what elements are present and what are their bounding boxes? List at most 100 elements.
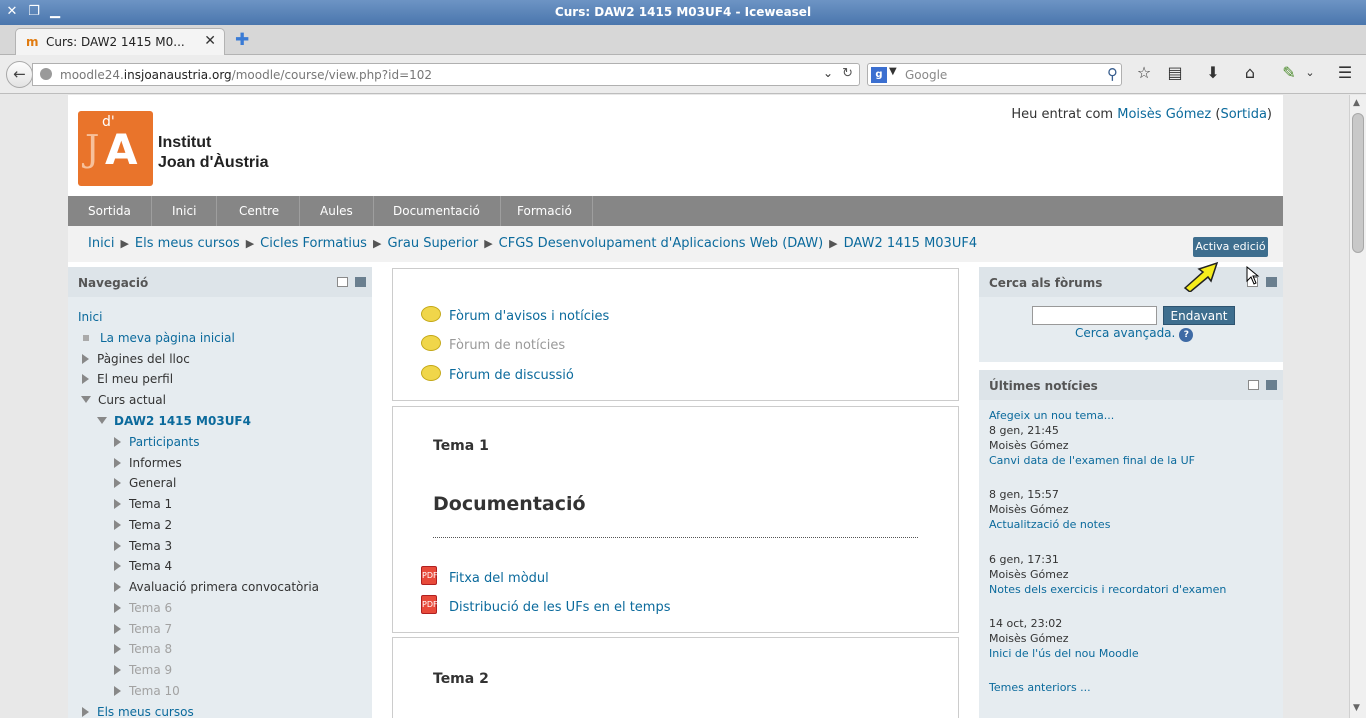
menu-item-sortida[interactable]: Sortida [68, 196, 152, 226]
collapse-block-icon[interactable] [1248, 380, 1259, 390]
pdf-icon: PDF [421, 566, 438, 585]
home-icon[interactable]: ⌂ [1240, 63, 1260, 82]
yellow-arrow-icon [1183, 261, 1219, 292]
nav-item-my-courses[interactable]: Els meus cursos [82, 705, 194, 718]
url-text[interactable]: moodle24.insjoanaustria.org/moodle/cours… [60, 68, 432, 82]
forum-search-header: Cerca als fòrums [979, 267, 1283, 297]
menu-icon[interactable]: ☰ [1335, 63, 1355, 82]
nav-item-informes[interactable]: Informes [114, 456, 182, 470]
back-button[interactable]: ← [6, 61, 33, 88]
new-tab-icon[interactable]: ✚ [235, 30, 249, 50]
latest-news-title: Últimes notícies [989, 379, 1098, 393]
news-link[interactable]: Notes dels exercicis i recordatori d'exa… [989, 583, 1226, 596]
breadcrumb-course[interactable]: DAW2 1415 M03UF4 [844, 236, 977, 251]
url-dropdown-icon[interactable]: ⌄ [823, 66, 833, 80]
nav-item-inici[interactable]: Inici [78, 310, 102, 324]
breadcrumb-separator-icon: ▶ [372, 237, 382, 250]
reload-icon[interactable]: ↻ [842, 66, 853, 81]
dock-block-icon[interactable] [355, 277, 366, 287]
forum-search-title: Cerca als fòrums [989, 276, 1103, 290]
nav-item-tema-9[interactable]: Tema 9 [114, 663, 172, 677]
nav-item-tema-7[interactable]: Tema 7 [114, 622, 172, 636]
activity-forum-discussio[interactable]: Fòrum de discussió [421, 365, 574, 383]
page-scrollbar[interactable]: ▲ ▼ [1349, 95, 1366, 718]
older-topics-link[interactable]: Temes anteriors ... [989, 680, 1091, 695]
latest-news-block: Últimes notícies Afegeix un nou tema... … [979, 370, 1283, 718]
nav-item-tema-10[interactable]: Tema 10 [114, 684, 180, 698]
addon-dropdown-icon[interactable]: ⌄ [1300, 66, 1320, 79]
nav-item-tema-4[interactable]: Tema 4 [114, 559, 172, 573]
menu-item-centre[interactable]: Centre [219, 196, 301, 226]
menu-item-inici[interactable]: Inici [152, 196, 218, 226]
breadcrumb: Inici ▶ Els meus cursos ▶ Cicles Formatius ▶ G… [68, 226, 1283, 262]
news-item: 8 gen, 15:57 Moisès Gómez Actualització … [989, 488, 1111, 531]
section-title: Tema 2 [433, 671, 489, 687]
google-engine-icon[interactable]: g [871, 67, 887, 83]
nav-item-site-pages[interactable]: Pàgines del lloc [82, 352, 190, 366]
bookmarks-list-icon[interactable]: ▤ [1165, 63, 1185, 82]
dock-block-icon[interactable] [1266, 380, 1277, 390]
advanced-search-link[interactable]: Cerca avançada. [1075, 326, 1175, 340]
nav-item-tema-2[interactable]: Tema 2 [114, 518, 172, 532]
login-info: Heu entrat com Moisès Gómez (Sortida) [1011, 107, 1272, 122]
menu-item-aules[interactable]: Aules [300, 196, 374, 226]
search-icon[interactable]: ⚲ [1107, 65, 1118, 83]
news-link[interactable]: Canvi data de l'examen final de la UF [989, 454, 1195, 467]
scrollbar-thumb[interactable] [1352, 113, 1364, 253]
nav-item-current-course[interactable]: Curs actual [81, 393, 166, 407]
breadcrumb-cicles-formatius[interactable]: Cicles Formatius [260, 236, 367, 251]
scroll-down-icon[interactable]: ▼ [1353, 703, 1360, 713]
downloads-icon[interactable]: ⬇ [1203, 63, 1223, 82]
latest-news-header: Últimes notícies [979, 370, 1283, 400]
nav-item-tema-3[interactable]: Tema 3 [114, 539, 172, 553]
close-tab-icon[interactable]: ✕ [204, 33, 216, 49]
activity-fitxa-modul[interactable]: PDF Fitxa del mòdul [421, 566, 549, 586]
logout-link[interactable]: Sortida [1220, 107, 1266, 122]
search-bar[interactable]: g ▼ Google ⚲ [867, 63, 1122, 86]
section-general: Fòrum d'avisos i notícies Fòrum de notíc… [392, 268, 959, 401]
user-link[interactable]: Moisès Gómez [1117, 107, 1211, 122]
addon-icon[interactable]: ✎ [1279, 63, 1299, 82]
forum-search-button[interactable]: Endavant [1163, 306, 1235, 325]
nav-item-tema-6[interactable]: Tema 6 [114, 601, 172, 615]
institute-logo[interactable]: Jd' A [78, 111, 153, 186]
activity-forum-noticies[interactable]: Fòrum de notícies [421, 335, 565, 353]
nav-item-general[interactable]: General [114, 476, 176, 490]
scroll-up-icon[interactable]: ▲ [1353, 98, 1360, 108]
nav-item-tema-1[interactable]: Tema 1 [114, 497, 172, 511]
section-tema-2: Tema 2 [392, 637, 959, 718]
engine-dropdown-icon[interactable]: ▼ [889, 66, 897, 77]
breadcrumb-separator-icon: ▶ [245, 237, 255, 250]
activity-distribucio-ufs[interactable]: PDF Distribució de les UFs en el temps [421, 595, 670, 615]
globe-icon [40, 68, 52, 80]
browser-tab[interactable]: m Curs: DAW2 1415 M0... ✕ [15, 28, 225, 55]
help-icon[interactable]: ? [1179, 328, 1194, 342]
nav-item-avaluacio[interactable]: Avaluació primera convocatòria [114, 580, 319, 594]
nav-item-course[interactable]: DAW2 1415 M03UF4 [97, 414, 251, 428]
menu-item-documentacio[interactable]: Documentació [373, 196, 501, 226]
nav-item-my-home[interactable]: La meva pàgina inicial [80, 331, 235, 345]
navigation-toolbar: ← moodle24.insjoanaustria.org/moodle/cou… [0, 55, 1366, 94]
news-link[interactable]: Actualització de notes [989, 518, 1110, 531]
menu-item-formacio[interactable]: Formació [497, 196, 593, 226]
breadcrumb-cfgs-daw[interactable]: CFGS Desenvolupament d'Aplicacions Web (… [499, 236, 823, 251]
nav-item-participants[interactable]: Participants [114, 435, 200, 449]
breadcrumb-els-meus-cursos[interactable]: Els meus cursos [135, 236, 240, 251]
section-heading: Documentació [433, 493, 586, 515]
forum-search-input[interactable] [1032, 306, 1157, 325]
pdf-icon: PDF [421, 595, 438, 614]
nav-item-tema-8[interactable]: Tema 8 [114, 642, 172, 656]
breadcrumb-grau-superior[interactable]: Grau Superior [387, 236, 478, 251]
collapse-block-icon[interactable] [337, 277, 348, 287]
breadcrumb-inici[interactable]: Inici [88, 236, 114, 251]
nav-item-my-profile[interactable]: El meu perfil [82, 372, 173, 386]
search-input[interactable]: Google [905, 68, 947, 82]
url-bar[interactable]: moodle24.insjoanaustria.org/moodle/cours… [32, 63, 860, 86]
dock-block-icon[interactable] [1266, 277, 1277, 287]
turn-editing-on-button[interactable]: Activa edició [1193, 237, 1268, 257]
news-link[interactable]: Inici de l'ús del nou Moodle [989, 647, 1139, 660]
add-topic-link[interactable]: Afegeix un nou tema... [989, 408, 1114, 423]
bookmark-star-icon[interactable]: ☆ [1134, 63, 1154, 82]
forum-icon [421, 335, 441, 351]
activity-forum-avisos[interactable]: Fòrum d'avisos i notícies [421, 306, 609, 324]
